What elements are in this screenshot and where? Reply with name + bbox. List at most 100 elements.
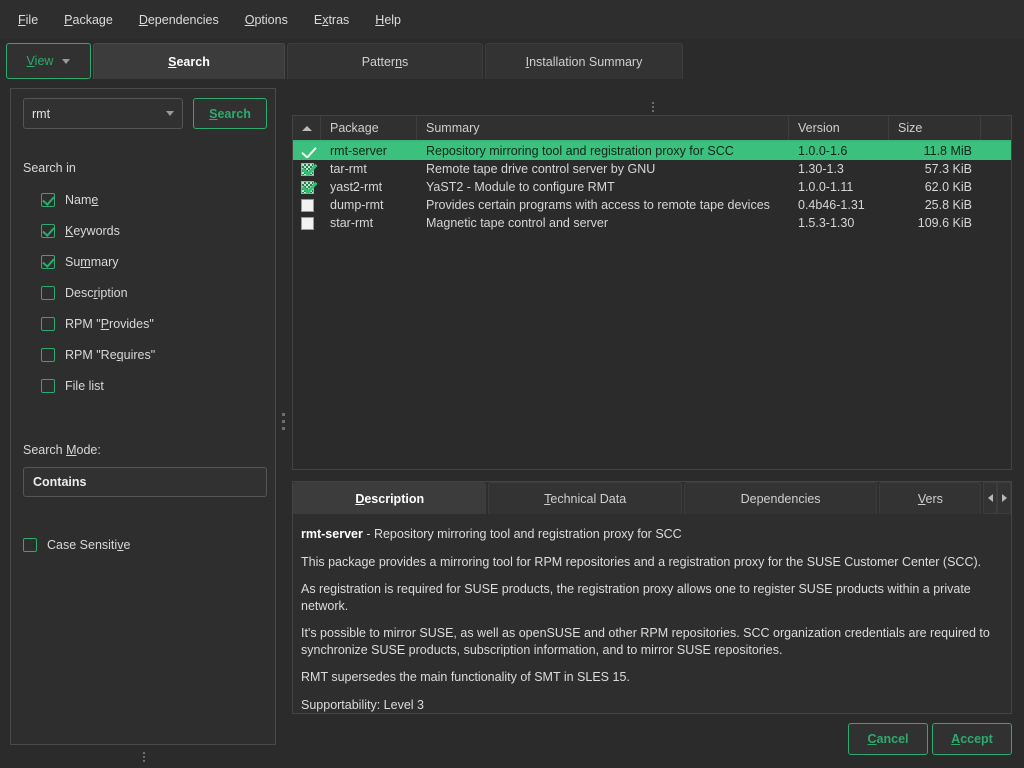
description-paragraph: RMT supersedes the main functionality of… (301, 669, 1003, 686)
checkbox-rpm-requires[interactable]: RPM "Requires" (41, 348, 155, 362)
splitter-dot (652, 110, 654, 112)
splitter-dot (652, 102, 654, 104)
not-installed-icon (301, 217, 314, 230)
search-mode-value: Contains (33, 475, 257, 489)
menu-item-help[interactable]: Help (371, 10, 405, 30)
table-row[interactable]: yast2-rmt YaST2 - Module to configure RM… (293, 178, 1011, 196)
splitter-dot (282, 427, 285, 430)
checkbox-file-list-label: File list (65, 379, 104, 393)
checkbox-description-label: Description (65, 286, 128, 300)
menu-item-dependencies[interactable]: Dependencies (135, 10, 223, 30)
row-version: 1.5.3-1.30 (789, 216, 889, 230)
row-status-cell[interactable] (293, 181, 321, 194)
checkbox-icon (41, 193, 55, 207)
checkbox-summary[interactable]: Summary (41, 255, 119, 269)
splitter-dot (652, 106, 654, 108)
tab-search-label: Search (168, 55, 210, 69)
menu-item-extras[interactable]: Extras (310, 10, 353, 30)
tab-installation-summary[interactable]: Installation Summary (485, 43, 683, 79)
package-table: Package Summary Version Size rmt-server … (292, 115, 1012, 470)
installed-icon (301, 181, 314, 194)
tab-scroll-right-button[interactable] (997, 482, 1011, 514)
tab-installation-summary-label: Installation Summary (526, 55, 643, 69)
description-paragraph: It's possible to mirror SUSE, as well as… (301, 625, 1003, 658)
checkbox-file-list[interactable]: File list (41, 379, 104, 393)
splitter-dot (143, 760, 145, 762)
vertical-splitter-handle[interactable] (279, 408, 288, 434)
row-size: 25.8 KiB (889, 198, 981, 212)
chevron-down-icon (62, 59, 70, 64)
search-button[interactable]: Search (193, 98, 267, 129)
row-package-name: star-rmt (321, 216, 417, 230)
search-query-combobox[interactable]: rmt (23, 98, 183, 129)
tab-technical-data[interactable]: Technical Data (488, 482, 681, 514)
horizontal-splitter-handle-bottom[interactable] (138, 750, 150, 763)
row-status-cell[interactable] (293, 145, 321, 158)
accept-button-label: Accept (951, 732, 993, 746)
column-header-summary[interactable]: Summary (417, 116, 789, 140)
chevron-down-icon (166, 111, 174, 116)
checkbox-icon (41, 317, 55, 331)
tab-description[interactable]: Description (293, 482, 486, 514)
cancel-button-label: Cancel (868, 732, 909, 746)
tab-versions[interactable]: Vers (879, 482, 981, 514)
row-status-cell[interactable] (293, 199, 321, 212)
checkbox-rpm-requires-label: RPM "Requires" (65, 348, 155, 362)
row-status-cell[interactable] (293, 163, 321, 176)
checkbox-keywords[interactable]: Keywords (41, 224, 120, 238)
description-paragraph: This package provides a mirroring tool f… (301, 554, 1003, 571)
menu-item-options[interactable]: Options (241, 10, 292, 30)
tab-dependencies[interactable]: Dependencies (684, 482, 877, 514)
row-package-name: yast2-rmt (321, 180, 417, 194)
table-row[interactable]: tar-rmt Remote tape drive control server… (293, 160, 1011, 178)
search-mode-combobox[interactable]: Contains (23, 467, 267, 497)
checkbox-icon (23, 538, 37, 552)
checkbox-name-label: Name (65, 193, 98, 207)
menu-item-package[interactable]: Package (60, 10, 117, 30)
table-row[interactable]: rmt-server Repository mirroring tool and… (293, 142, 1011, 160)
checkbox-icon (41, 286, 55, 300)
checkbox-name[interactable]: Name (41, 193, 98, 207)
description-package-name: rmt-server (301, 527, 363, 541)
column-header-status[interactable] (293, 116, 321, 140)
row-size: 57.3 KiB (889, 162, 981, 176)
column-header-package[interactable]: Package (321, 116, 417, 140)
column-header-version[interactable]: Version (789, 116, 889, 140)
column-header-size[interactable]: Size (889, 116, 981, 140)
table-row[interactable]: star-rmt Magnetic tape control and serve… (293, 214, 1011, 232)
row-summary: Provides certain programs with access to… (417, 198, 789, 212)
row-status-cell[interactable] (293, 217, 321, 230)
tab-patterns[interactable]: Patterns (287, 43, 483, 79)
view-button-label: View (27, 54, 54, 68)
tab-search[interactable]: Search (93, 43, 285, 79)
checkbox-case-sensitive[interactable]: Case Sensitive (23, 538, 130, 552)
tab-scroll-left-button[interactable] (983, 482, 997, 514)
checkbox-icon (41, 255, 55, 269)
horizontal-splitter-handle-top[interactable] (647, 100, 659, 113)
cancel-button[interactable]: Cancel (848, 723, 928, 755)
checkbox-icon (41, 379, 55, 393)
search-button-label: Search (209, 107, 251, 121)
row-package-name: tar-rmt (321, 162, 417, 176)
splitter-dot (282, 420, 285, 423)
search-mode-label: Search Mode: (23, 443, 101, 457)
selected-check-icon (301, 145, 314, 158)
chevron-left-icon (988, 494, 993, 502)
splitter-dot (143, 756, 145, 758)
yast-software-manager-window: FFileile Package Dependencies Options Ex… (0, 0, 1024, 768)
accept-button[interactable]: Accept (932, 723, 1012, 755)
description-title: rmt-server - Repository mirroring tool a… (301, 526, 1003, 543)
description-body: rmt-server - Repository mirroring tool a… (293, 514, 1011, 713)
view-button[interactable]: View (6, 43, 91, 79)
table-row[interactable]: dump-rmt Provides certain programs with … (293, 196, 1011, 214)
menu-item-file[interactable]: FFileile (14, 10, 42, 30)
row-summary: Remote tape drive control server by GNU (417, 162, 789, 176)
tab-patterns-label: Patterns (362, 55, 409, 69)
main-tab-strip: View Search Patterns Installation Summar… (0, 43, 1024, 79)
splitter-dot (143, 752, 145, 754)
checkbox-description[interactable]: Description (41, 286, 128, 300)
checkbox-rpm-provides[interactable]: RPM "Provides" (41, 317, 154, 331)
checkbox-icon (41, 348, 55, 362)
description-paragraph: Supportability: Level 3 (301, 697, 1003, 714)
tab-description-label: Description (355, 492, 424, 506)
